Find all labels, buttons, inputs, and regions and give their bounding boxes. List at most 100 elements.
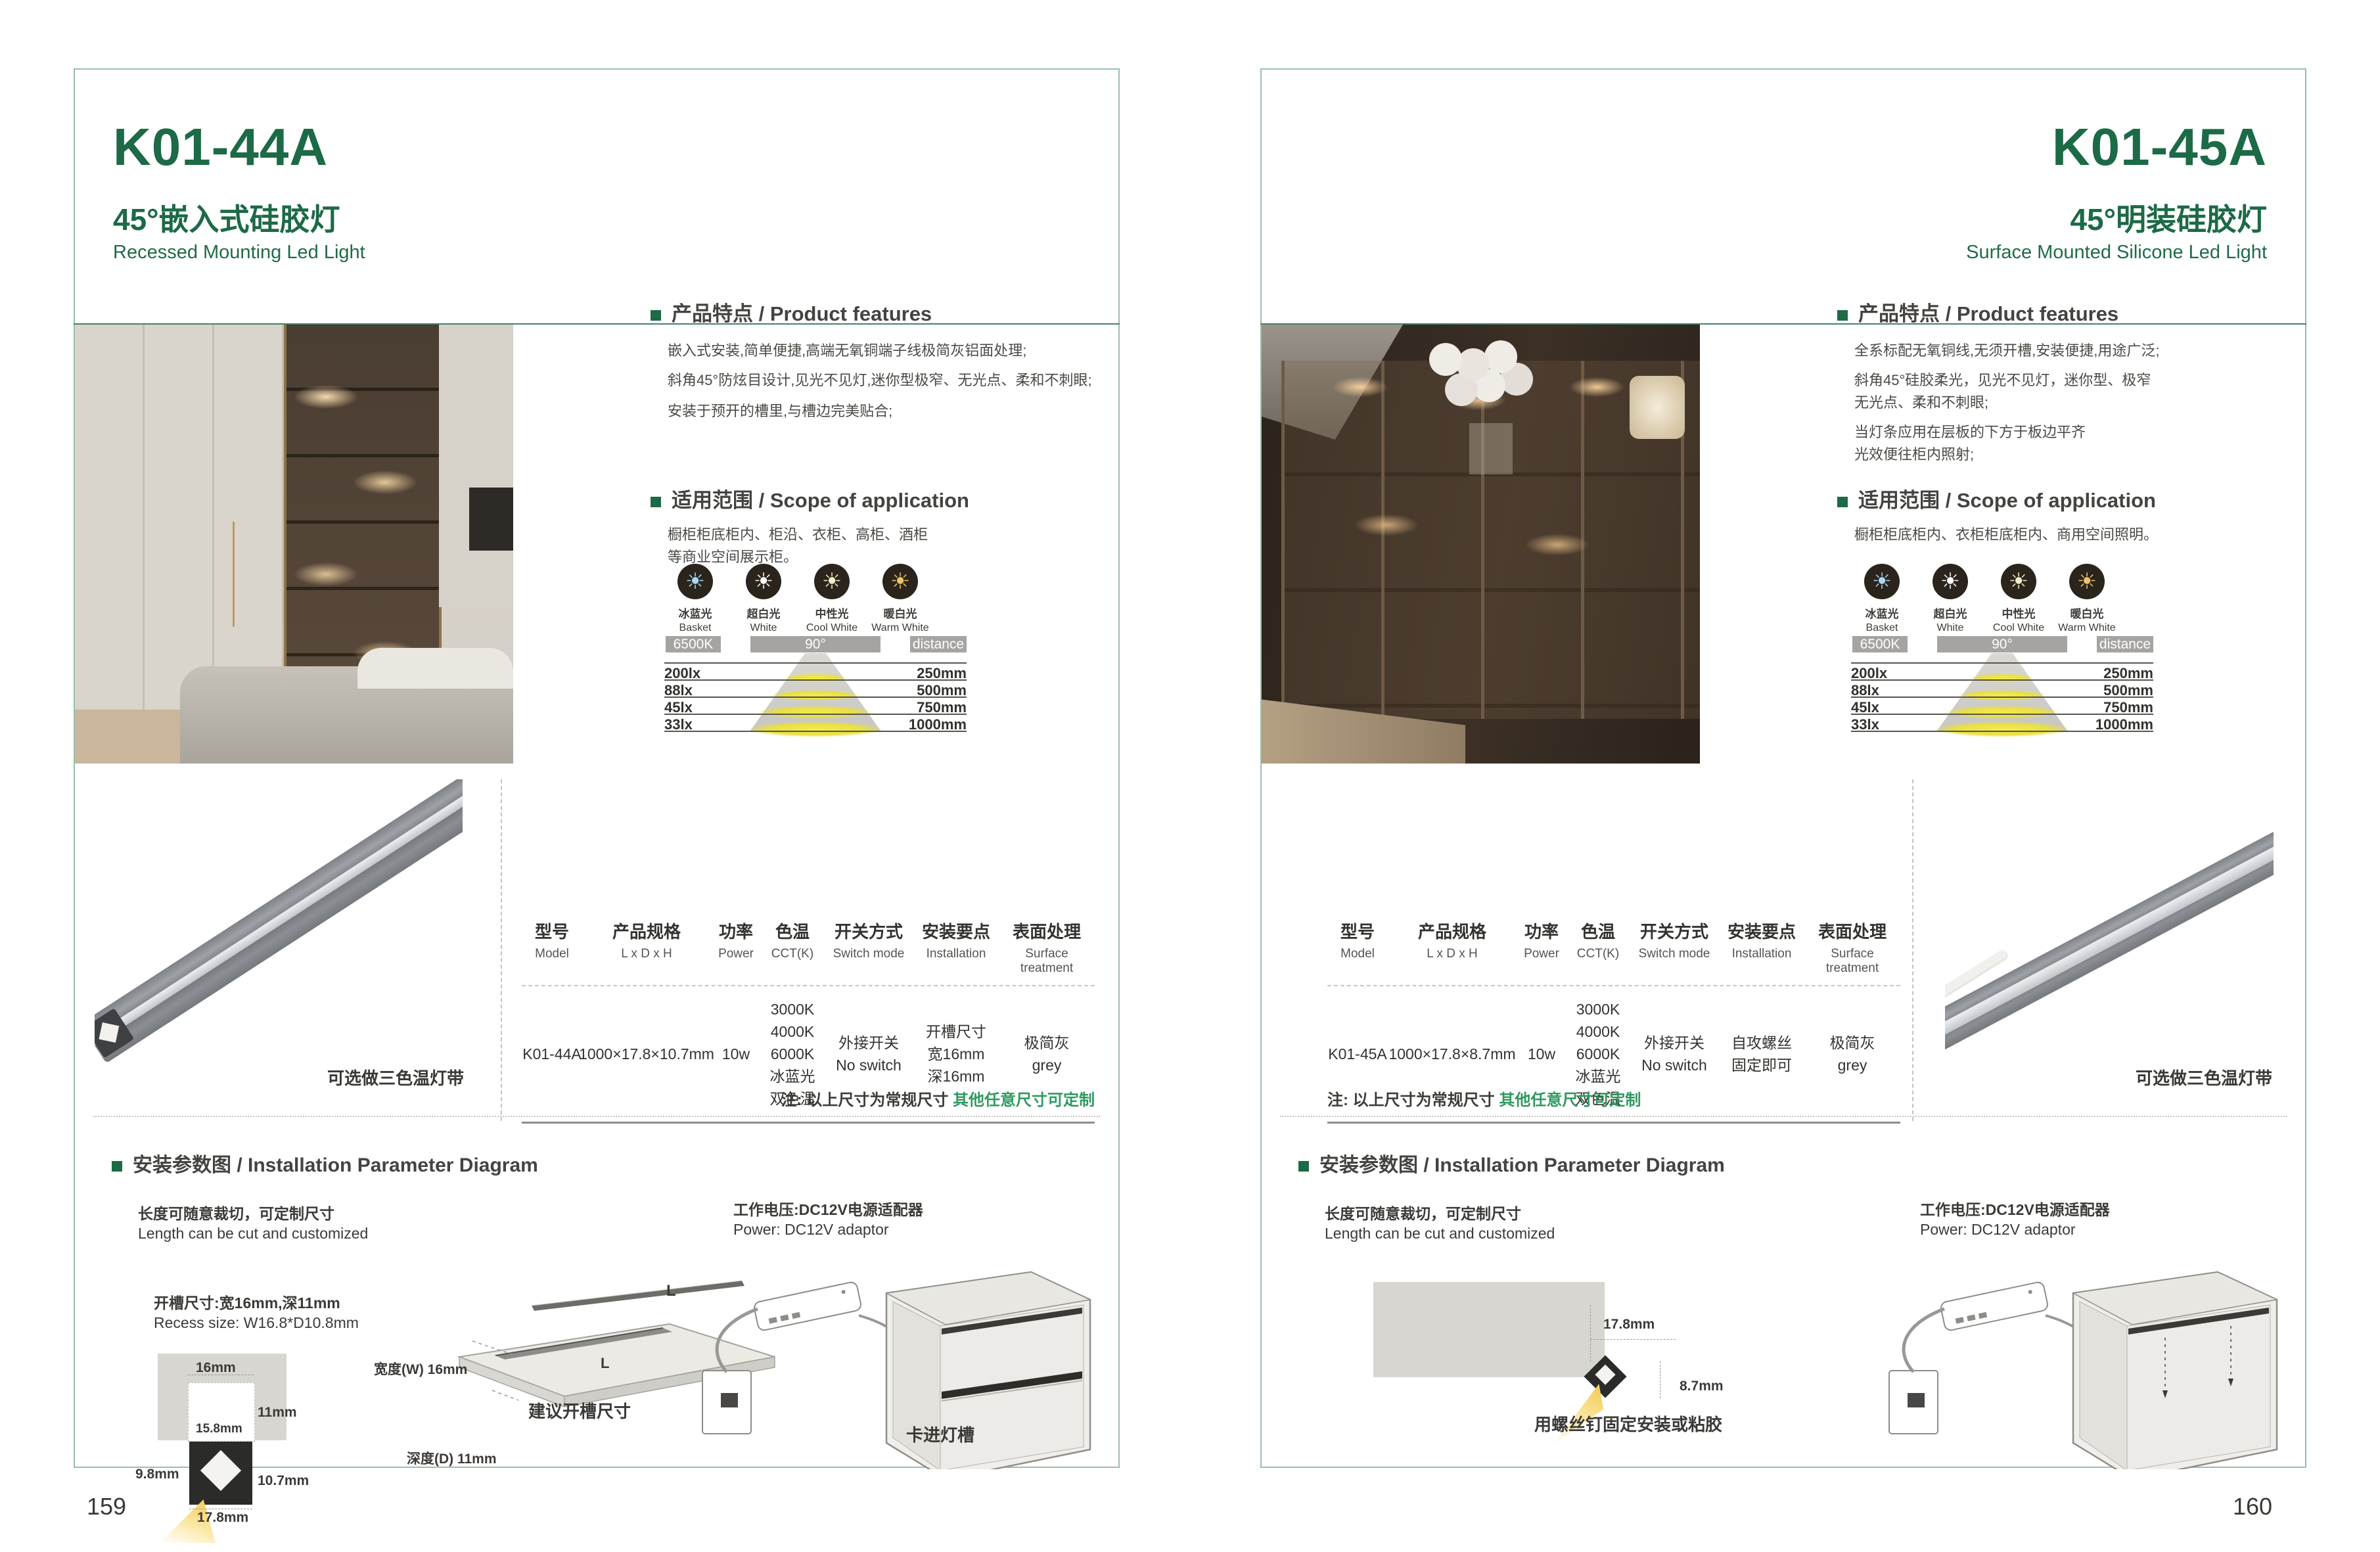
square-bullet-icon [1837,310,1848,321]
aluminum-profile-photo [95,779,463,1075]
photometry-baseline [1851,731,2153,732]
spec-col-header: 产品规格L x D x H [1388,919,1517,976]
photometry-row: 88lx500mm [664,679,967,698]
feature-line: 无光点、柔和不刺眼; [1854,391,2314,412]
chart-header-beam-angle: 90° [750,636,881,652]
cct-icons-row: ☀冰蓝光Basket ☀超白光White ☀中性光Cool White ☀暖白光… [664,564,932,634]
dim-fixture-width: 17.8mm [1603,1317,1655,1333]
photo-bed-sheet [357,648,513,689]
scope-line: 橱柜柜底柜内、柜沿、衣柜、高柜、酒柜 [668,523,1128,544]
sun-icon: ☀ [1864,564,1900,599]
photometry-row: 200lx250mm [664,662,967,681]
scope-line: 橱柜柜底柜内、衣柜柜底柜内、商用空间照明。 [1854,523,2314,544]
aluminum-profile-photo [1945,779,2274,1075]
feature-line: 嵌入式安装,简单便捷,高端无氧铜端子线极简灰铝面处理; [668,339,1128,360]
panel-width-label: 宽度(W) 16mm [374,1359,467,1379]
photo-tv [469,488,513,551]
scope-heading-text: 适用范围 / Scope of application [672,489,969,512]
dim-fixture-height: 8.7mm [1680,1379,1724,1394]
square-bullet-icon [1298,1161,1309,1172]
dim-line [1590,1305,1591,1361]
spec-col-header: 安装要点Installation [1719,919,1804,976]
photo-right-wall [439,325,513,607]
page-title-en: Recessed Mounting Led Light [113,242,365,263]
features-heading-text: 产品特点 / Product features [1858,302,2118,325]
length-note-zh: 长度可随意裁切，可定制尺寸 [1325,1201,1521,1223]
page-title-model: K01-44A [113,117,328,177]
spec-col-header: 开关方式Switch mode [824,919,913,976]
page-title-zh: 45°明装硅胶灯 [2070,196,2267,239]
table-bottom-rule [522,1122,1095,1124]
feature-line: 当灯条应用在层板的下方于板边平齐 [1854,421,2314,442]
recess-cross-section-diagram: 16mm 11mm 15.8mm 9.8mm 10.7mm 17.8mm [147,1344,344,1528]
scope-heading-text: 适用范围 / Scope of application [1858,489,2156,512]
power-note-en: Power: DC12V adaptor [733,1221,889,1239]
photometry-row: 200lx250mm [1851,662,2153,681]
square-bullet-icon [112,1161,122,1172]
chart-header-distance: distance [910,636,967,652]
cabinet-installation-diagram [689,1252,1103,1469]
table-bottom-rule [1327,1122,1900,1124]
features-heading: 产品特点 / Product features [1837,297,2118,327]
recess-size-zh: 开槽尺寸:宽16mm,深11mm [154,1290,340,1313]
horizontal-dotted-divider [93,1116,1100,1117]
photo-door-handle [233,522,235,627]
custom-size-note: 注: 以上尺寸为常规尺寸 其他任意尺寸可定制 [1327,1087,1900,1110]
cct-warm-white: ☀暖白光Warm White [2056,564,2118,634]
cct-cool-white: ☀中性光Cool White [801,564,863,634]
page-number-left: 159 [87,1493,126,1520]
dim-profile-right: 10.7mm [258,1473,309,1489]
spec-col-header: 开关方式Switch mode [1630,919,1719,976]
custom-size-note: 注: 以上尺寸为常规尺寸 其他任意尺寸可定制 [522,1087,1095,1110]
photometry-row: 33lx1000mm [664,714,967,732]
dim-line [1590,1339,1676,1340]
product-photo-walkin-closet [1262,325,1700,764]
page-number-right: 160 [2233,1493,2272,1520]
light-channel [200,1450,241,1491]
feature-line: 斜角45°防炫目设计,见光不见灯,迷你型极窄、无光点、柔和不刺眼; [668,369,1128,390]
sun-icon: ☀ [814,564,850,599]
page-title-en: Surface Mounted Silicone Led Light [1966,242,2267,263]
features-heading: 产品特点 / Product features [651,297,932,327]
profile-bar [1945,795,2274,1051]
features-heading-text: 产品特点 / Product features [672,302,932,325]
page-left-k01-44a: K01-44A 45°嵌入式硅胶灯 Recessed Mounting Led … [74,68,1120,1468]
photo-flowers [1429,343,1462,376]
chart-header-cct: 6500K [1852,636,1908,652]
spec-col-header: 表面处理Surface treatment [1804,919,1900,976]
panel-caption: 建议开槽尺寸 [528,1398,631,1423]
scope-heading: 适用范围 / Scope of application [1837,484,2156,513]
sun-icon: ☀ [2001,564,2036,599]
photo-wardrobe-doors [75,325,284,710]
cct-ice-blue: ☀冰蓝光Basket [1851,564,1913,634]
groove-length-label: L [601,1355,609,1372]
page-title-model: K01-45A [2052,117,2267,177]
recess-size-en: Recess size: W16.8*D10.8mm [154,1314,359,1332]
spec-col-header: 色温CCT(K) [1567,919,1630,976]
cct-white: ☀超白光White [1919,564,1981,634]
spec-col-header: 型号Model [1327,919,1388,976]
product-photo-bedroom-wardrobe [75,325,513,764]
adaptor-cabinet-drawing [1876,1252,2290,1469]
square-bullet-icon [1837,497,1848,507]
horizontal-dotted-divider [1280,1116,2287,1117]
spec-col-header: 产品规格L x D x H [582,919,711,976]
sun-icon: ☀ [882,564,918,599]
sun-icon: ☀ [677,564,713,599]
length-note-en: Length can be cut and customized [138,1225,368,1243]
cct-warm-white: ☀暖白光Warm White [869,564,931,634]
feature-line: 安装于预开的槽里,与槽边完美贴合; [668,399,1128,421]
profile-stripe [95,781,463,1046]
profile-stripe [1945,807,2274,1039]
dim-profile-left: 9.8mm [135,1467,179,1482]
profile-caption: 可选做三色温灯带 [327,1065,464,1089]
square-bullet-icon [651,497,661,507]
photo-vase [1469,423,1513,474]
sun-icon: ☀ [746,564,781,599]
dim-profile-bottom: 17.8mm [197,1510,248,1526]
profile-cross-section [189,1442,252,1505]
vertical-dashed-divider [1912,779,1913,1121]
power-note-zh: 工作电压:DC12V电源适配器 [1920,1197,2110,1220]
adaptor-cabinet-drawing [689,1252,1103,1469]
panel-depth-label: 深度(D) 11mm [407,1448,497,1468]
